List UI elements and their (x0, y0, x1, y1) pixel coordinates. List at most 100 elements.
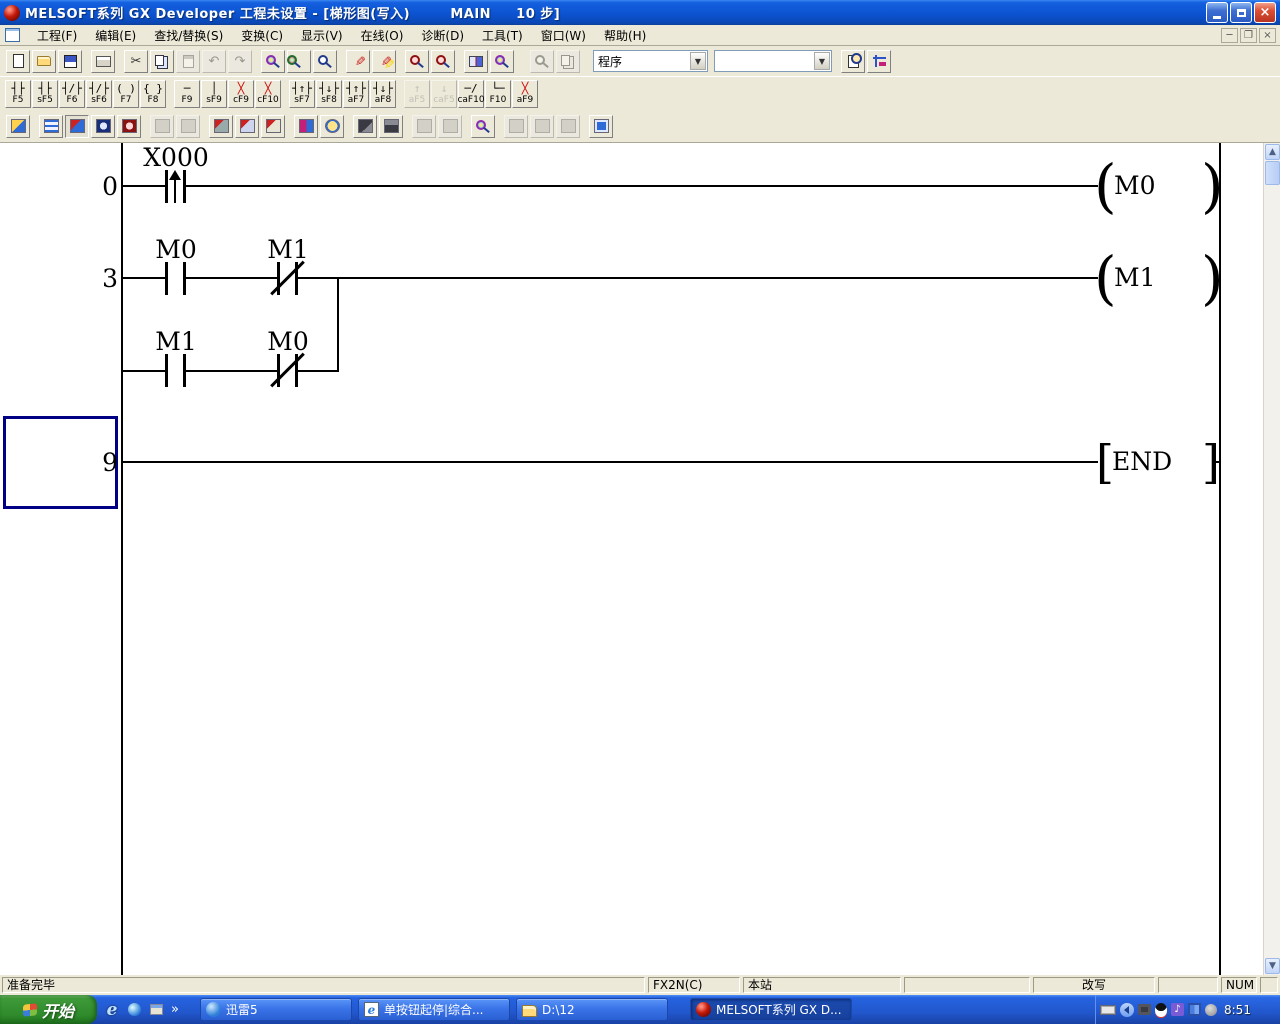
pc-write-icon[interactable] (464, 50, 488, 73)
rising-pulse-op-button[interactable]: ↑aF5 (404, 80, 430, 108)
cut-icon[interactable]: ✂ (124, 50, 148, 73)
screenshot-tool-icon[interactable] (1138, 1004, 1151, 1015)
vertical-scrollbar[interactable]: ▲ ▼ (1263, 143, 1280, 975)
child-close-button[interactable]: × (1259, 28, 1276, 43)
coil-button[interactable]: ( )F7 (113, 80, 139, 108)
taskbar-task-folder[interactable]: D:\12 (516, 998, 668, 1021)
show-desktop-icon[interactable] (147, 1001, 165, 1019)
find-replace-icon[interactable] (287, 50, 311, 73)
scroll-down-button[interactable]: ▼ (1265, 958, 1280, 974)
new-icon[interactable] (6, 50, 30, 73)
restore-button[interactable] (1230, 2, 1252, 23)
device-comment-edit-icon[interactable] (209, 115, 233, 138)
menu-view[interactable]: 显示(V) (292, 25, 352, 46)
taskbar-task-melsoft[interactable]: MELSOFT系列 GX D... (690, 998, 852, 1021)
parallel-closed-contact-button[interactable]: ┤/├sF6 (86, 80, 112, 108)
read-mode-icon[interactable] (91, 115, 115, 138)
ladder-tree-icon[interactable] (39, 115, 63, 138)
program-check-icon[interactable] (530, 50, 554, 73)
invert-result-button[interactable]: ─/caF10 (458, 80, 484, 108)
messenger-icon[interactable] (125, 1001, 143, 1019)
device-test-edit-icon[interactable]: ✎ (346, 50, 370, 73)
scroll-up-button[interactable]: ▲ (1265, 144, 1280, 160)
copy-icon[interactable] (150, 50, 174, 73)
parallel-open-contact-button[interactable]: ┤├sF5 (32, 80, 58, 108)
comment-display-icon[interactable] (504, 115, 528, 138)
scrollbar-thumb[interactable] (1265, 161, 1280, 185)
menu-help[interactable]: 帮助(H) (595, 25, 655, 46)
undo-icon[interactable]: ↶ (202, 50, 226, 73)
open-icon[interactable] (32, 50, 56, 73)
program-merge-icon[interactable] (556, 50, 580, 73)
comment-zoom-icon[interactable] (841, 50, 865, 73)
combo-arrow-icon[interactable]: ▼ (814, 52, 830, 70)
program-name-combo[interactable]: ▼ (714, 50, 832, 72)
monitor-stop-icon[interactable] (176, 115, 200, 138)
hide-tray-icons-chevron[interactable] (1120, 1003, 1134, 1017)
monitor-mode-icon[interactable] (150, 115, 174, 138)
combo-arrow-icon[interactable]: ▼ (690, 52, 706, 70)
tile-vertically-icon[interactable] (412, 115, 436, 138)
ladder-editor[interactable]: 0 X000 ( M0 ) 3 M0 M1 ( M1 ) M1 (0, 143, 1280, 975)
remote-stop-icon[interactable] (379, 115, 403, 138)
menu-edit[interactable]: 编辑(E) (86, 25, 145, 46)
remote-run-icon[interactable] (353, 115, 377, 138)
close-button[interactable]: × (1254, 2, 1276, 23)
project-verify-icon[interactable] (471, 115, 495, 138)
menu-tools[interactable]: 工具(T) (473, 25, 532, 46)
media-player-icon[interactable]: ♪ (1171, 1003, 1184, 1016)
draw-line-button[interactable]: └─F10 (485, 80, 511, 108)
project-data-transfer-icon[interactable] (6, 115, 30, 138)
quick-launch-overflow-chevron[interactable]: » (171, 1002, 179, 1017)
open-contact-button[interactable]: ┤├F5 (5, 80, 31, 108)
minimize-button[interactable] (1206, 2, 1228, 23)
delete-horizontal-line-button[interactable]: ╳cF9 (228, 80, 254, 108)
paste-icon[interactable] (176, 50, 200, 73)
menu-find-replace[interactable]: 查找/替换(S) (145, 25, 232, 46)
network-icon[interactable] (1188, 1003, 1201, 1016)
clock-setting-icon[interactable] (320, 115, 344, 138)
menu-project[interactable]: 工程(F) (28, 25, 86, 46)
save-icon[interactable] (58, 50, 82, 73)
zoom-icon[interactable] (431, 50, 455, 73)
application-instruction-button[interactable]: { }F8 (140, 80, 166, 108)
keyboard-layout-icon[interactable] (1100, 1005, 1116, 1015)
find-icon[interactable] (261, 50, 285, 73)
falling-pulse-op-button[interactable]: ↓caF5 (431, 80, 457, 108)
child-minimize-button[interactable]: ─ (1221, 28, 1238, 43)
menu-convert[interactable]: 变换(C) (232, 25, 292, 46)
redo-icon[interactable]: ↷ (228, 50, 252, 73)
child-restore-button[interactable]: ❐ (1240, 28, 1257, 43)
rising-pulse-button[interactable]: ┤↑├sF7 (289, 80, 315, 108)
taskbar-task-thunder[interactable]: 迅雷5 (200, 998, 352, 1021)
monitor-write-mode-icon[interactable] (117, 115, 141, 138)
verify-icon[interactable] (490, 50, 514, 73)
vertical-line-button[interactable]: │sF9 (201, 80, 227, 108)
volume-icon[interactable] (1205, 1004, 1217, 1016)
start-button[interactable]: 开始 (0, 995, 97, 1024)
note-display-icon[interactable] (556, 115, 580, 138)
statement-display-icon[interactable] (530, 115, 554, 138)
horizontal-line-button[interactable]: ─F9 (174, 80, 200, 108)
find-device-icon[interactable] (313, 50, 337, 73)
parameter-icon[interactable] (867, 50, 891, 73)
program-type-combo[interactable]: 程序 ▼ (593, 50, 708, 72)
falling-pulse-button[interactable]: ┤↓├sF8 (316, 80, 342, 108)
delete-line-button[interactable]: ╳aF9 (512, 80, 538, 108)
device-memory-icon[interactable] (294, 115, 318, 138)
note-edit-icon[interactable] (261, 115, 285, 138)
ladder-mark-zoom-icon[interactable] (405, 50, 429, 73)
delete-vertical-line-button[interactable]: ╳cF10 (255, 80, 281, 108)
qq-icon[interactable] (1155, 1003, 1167, 1017)
closed-contact-button[interactable]: ┤/├F6 (59, 80, 85, 108)
tile-horizontally-icon[interactable] (438, 115, 462, 138)
internet-explorer-icon[interactable]: e (103, 1001, 121, 1019)
print-icon[interactable] (91, 50, 115, 73)
parallel-rising-pulse-button[interactable]: ┤↑├aF7 (343, 80, 369, 108)
monitor-window-icon[interactable] (589, 115, 613, 138)
write-mode-icon[interactable] (65, 115, 89, 138)
device-batch-edit-icon[interactable]: ✎ (372, 50, 396, 73)
taskbar-task-webpage[interactable]: e 单按钮起停|综合... (358, 998, 510, 1021)
menu-window[interactable]: 窗口(W) (532, 25, 595, 46)
statement-edit-icon[interactable] (235, 115, 259, 138)
